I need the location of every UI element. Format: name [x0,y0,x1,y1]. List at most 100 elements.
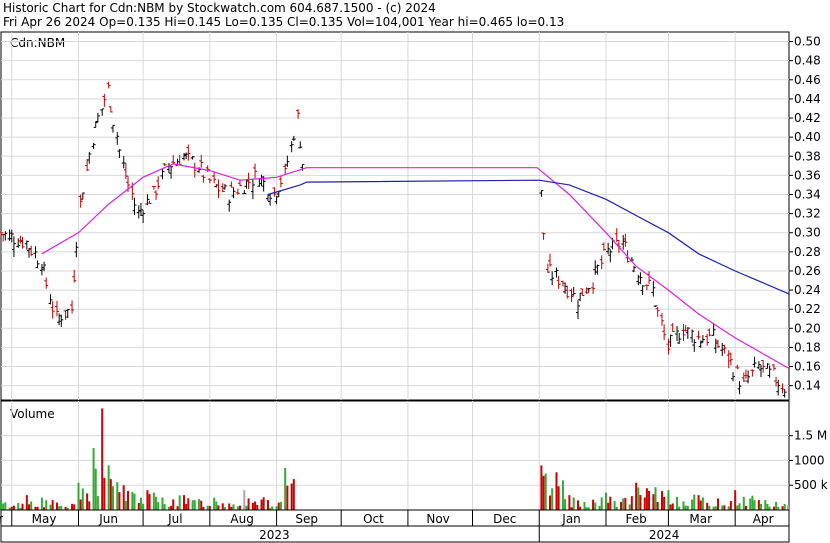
volume-bar [86,493,89,510]
volume-bar [17,503,20,510]
volume-bar [736,505,739,510]
month-label: Aug [230,512,253,526]
volume-bar [217,505,220,510]
volume-bar [701,497,704,510]
volume-bar [540,465,543,510]
price-tick-label: 0.50 [794,35,821,49]
price-tick-label: 0.32 [794,207,821,221]
month-axis [0,509,790,527]
volume-bar [155,496,158,510]
volume-bar [637,487,640,510]
volume-bar [206,505,209,510]
volume-bar [561,480,564,510]
price-y-axis: 0.50 0.48 0.46 0.44 0.42 0.40 0.38 0.36 0.34 0.32… [789,35,821,393]
volume-bar [215,501,218,510]
year-label: 2024 [649,528,680,542]
volume-bar [49,504,52,510]
volume-bar [609,496,612,510]
volume-bar [137,503,140,510]
volume-bar [187,498,190,510]
volume-bar [25,495,28,510]
volume-bar [660,491,663,510]
volume-bar [27,504,30,510]
month-label: Dec [493,512,516,526]
volume-bar [107,465,110,510]
volume-bar [667,490,670,510]
volume-bar [185,503,188,510]
volume-bar [693,494,696,510]
volume-bar [118,492,121,510]
volume-tick-label: 1000 [794,453,825,467]
volume-bar [764,500,767,510]
volume-bar [749,498,752,510]
volume-bar [124,500,127,510]
volume-bar [620,501,623,510]
volume-bar [551,488,554,510]
volume-bar [645,488,648,510]
volume-bar [79,499,82,510]
volume-bar [678,506,681,510]
volume-bar [592,499,595,510]
volume-bar [58,506,61,510]
volume-bar [555,472,558,510]
volume-bar [2,503,5,510]
volume-bar [663,496,666,510]
volume-bar [96,496,99,510]
volume-bar [577,500,580,510]
volume-bar [208,505,211,510]
volume-bar [122,485,125,510]
volume-bar [579,506,582,510]
volume-bar [686,505,689,510]
month-label: pr [0,512,3,526]
month-label: May [32,512,57,526]
price-tick-label: 0.38 [794,149,821,163]
volume-bar [178,495,181,510]
volume-bar [284,467,287,510]
volume-bar [176,506,179,510]
volume-bar [88,501,91,510]
month-label: Jan [561,512,581,526]
volume-bar [148,493,151,510]
volume-bar [51,500,54,510]
volume-bar [101,408,104,510]
volume-bar [639,495,642,510]
volume-bar [583,502,586,510]
symbol-label: Cdn:NBM [10,36,65,50]
price-tick-label: 0.30 [794,226,821,240]
price-tick-label: 0.24 [794,283,821,297]
volume-bar [275,506,278,510]
volume-bar [568,495,571,510]
month-label: Apr [753,512,774,526]
volume-bar [744,505,747,510]
volume-bar [738,503,741,510]
volume-bar [127,491,130,510]
volume-bar [12,505,15,510]
volume-bar [21,503,24,510]
volume-tick-label: 500 k [794,478,828,492]
volume-bar [60,505,63,510]
volume-bar [116,482,119,510]
volume-bar [594,502,597,510]
volume-bar [727,506,730,510]
volume-bar [243,490,246,510]
volume-label: Volume [10,407,55,421]
volume-bar [254,501,257,510]
volume-bar [245,505,248,510]
volume-bar [238,505,241,510]
volume-bar [262,497,265,510]
volume-bar [630,496,633,510]
volume-bar [721,505,724,510]
price-tick-label: 0.36 [794,168,821,182]
volume-bar [232,504,235,510]
volume-bar [787,504,789,510]
volume-bar [146,490,149,510]
volume-bar [271,506,274,510]
volume-bar [760,503,763,510]
volume-bar [191,500,194,510]
volume-bar [94,468,97,510]
month-label: Feb [626,512,647,526]
volume-bar [279,501,282,510]
price-tick-label: 0.34 [794,187,821,201]
volume-bar [236,506,239,510]
volume-bar [549,495,552,510]
